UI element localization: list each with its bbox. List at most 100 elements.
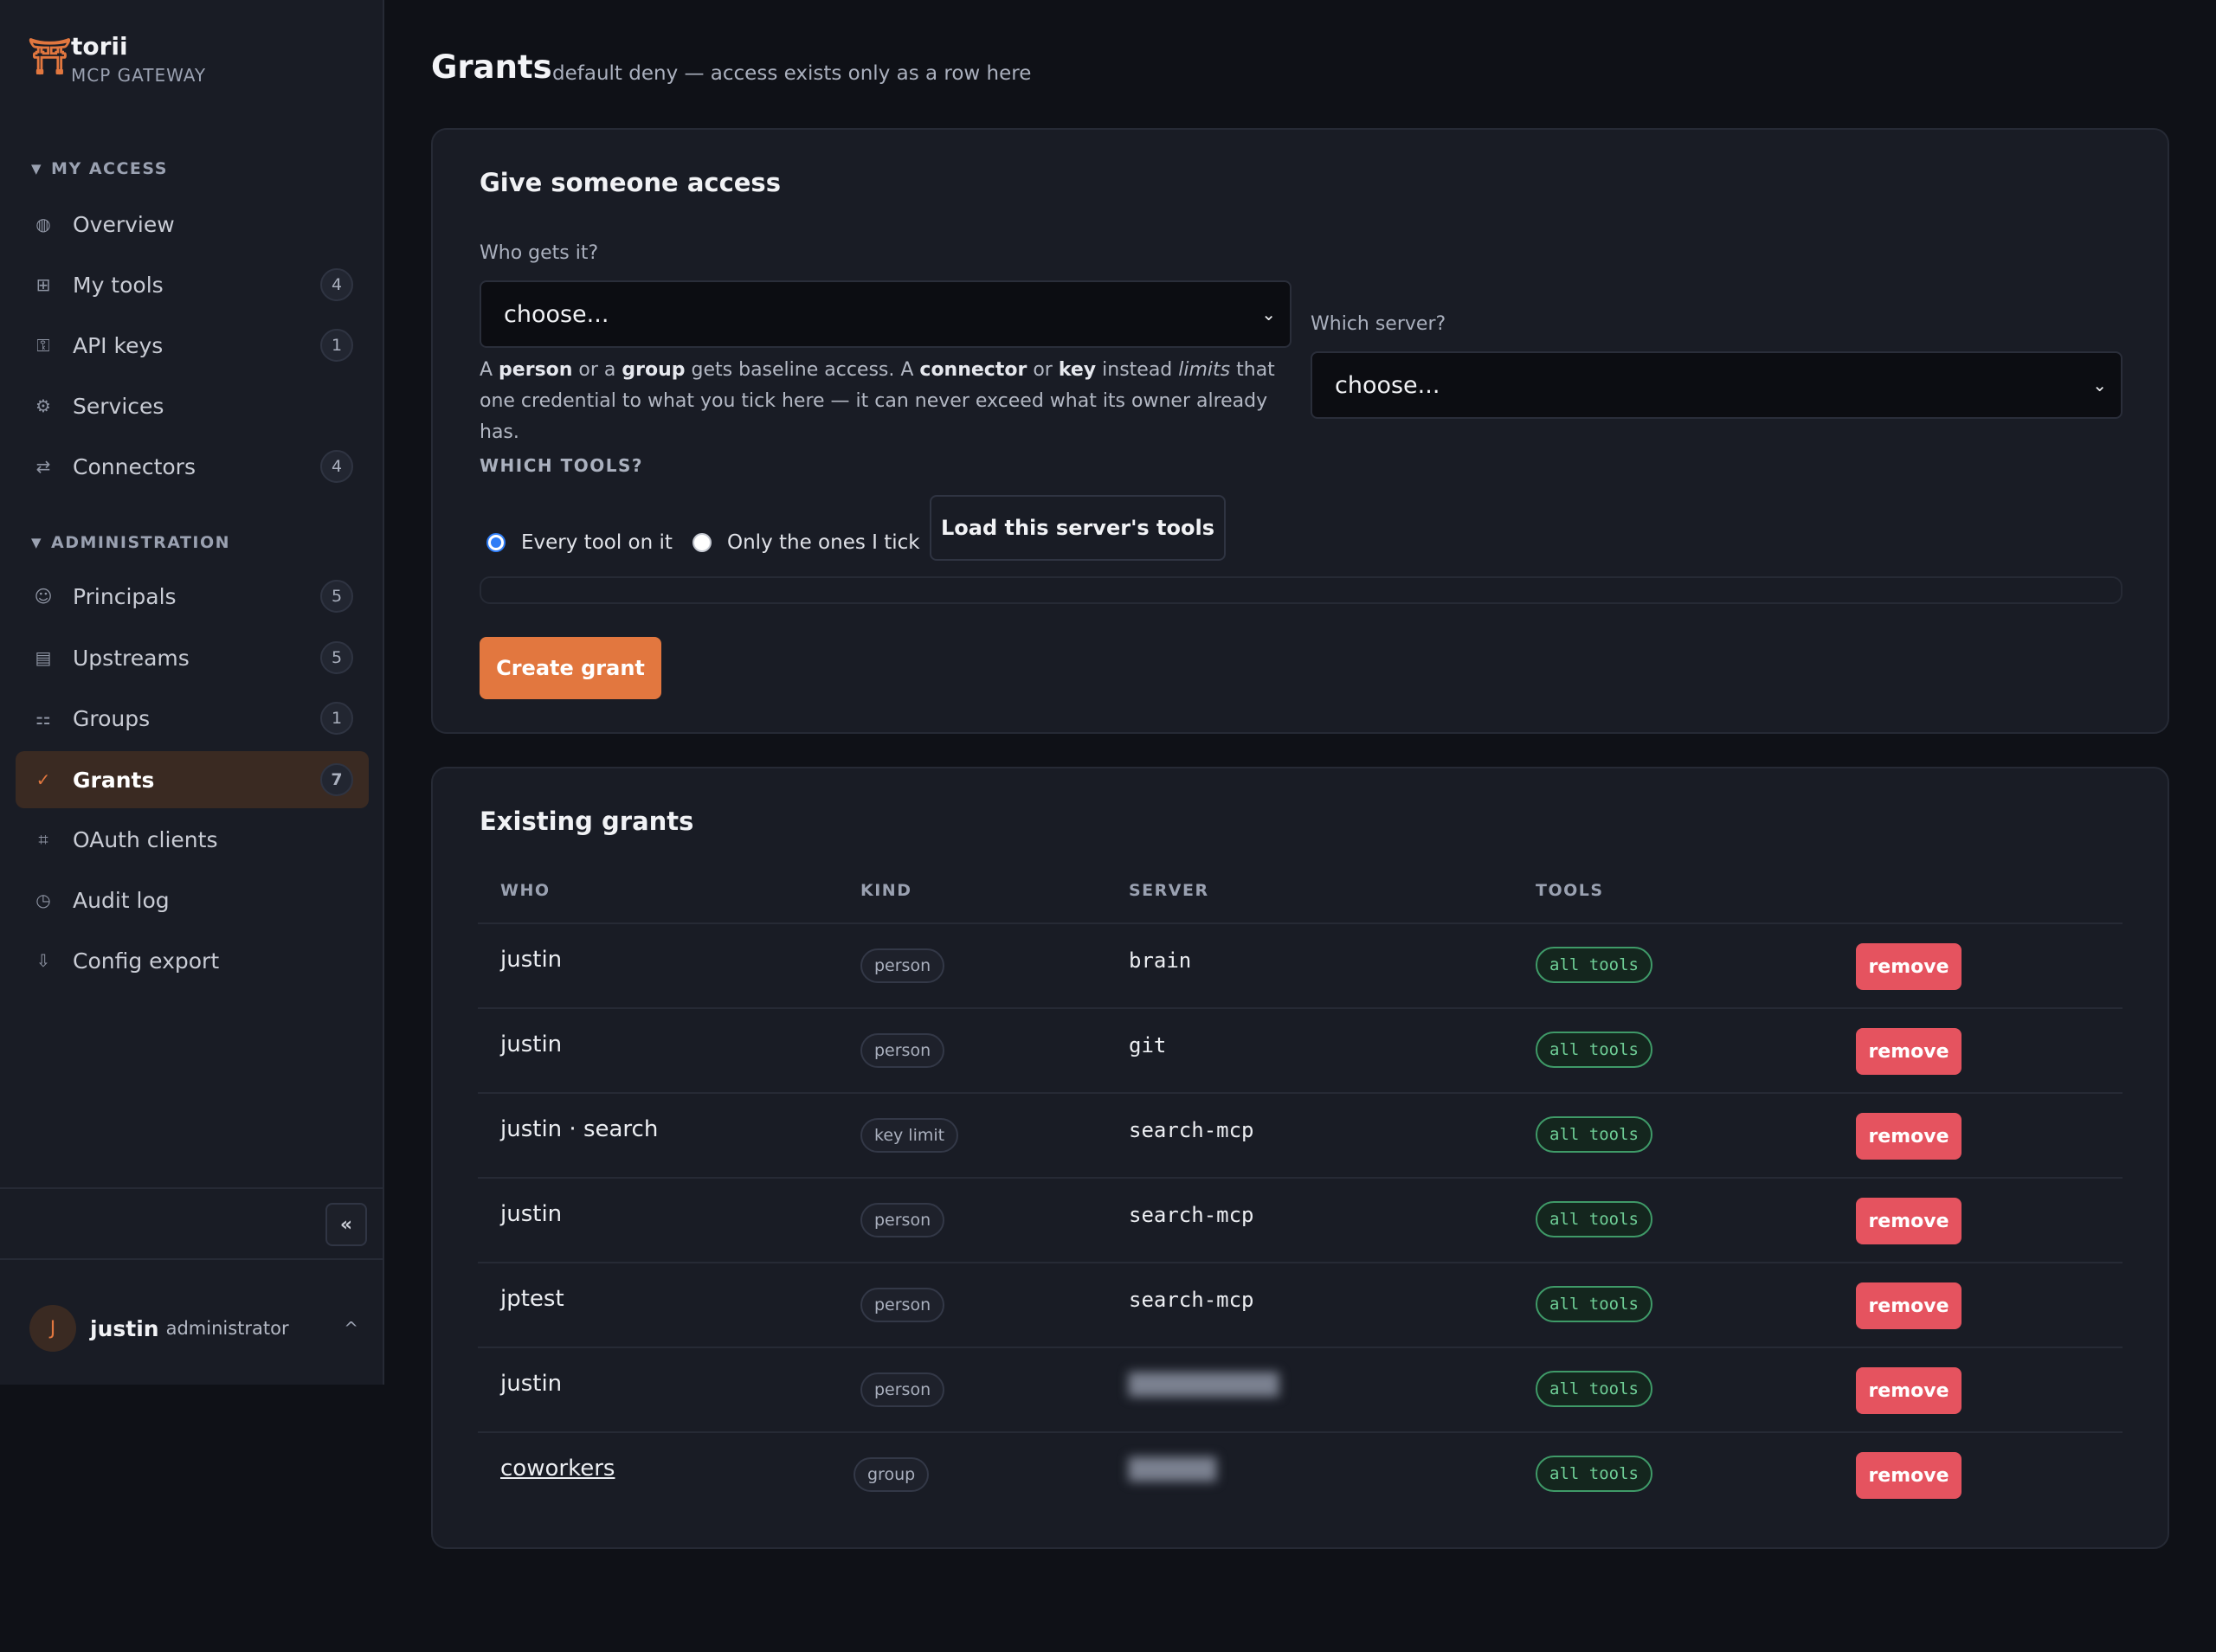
- radio-label: Only the ones I tick: [727, 531, 920, 554]
- sidebar: ⛩ torii MCP GATEWAY ▼ MY ACCESS ◍ Overvi…: [0, 0, 384, 1385]
- sidebar-item-oauth-clients[interactable]: ⌗ OAuth clients: [16, 811, 369, 868]
- collapse-sidebar-button[interactable]: «: [325, 1203, 367, 1246]
- table-row: justin person git all tools remove: [478, 1007, 2123, 1092]
- grant-server: search-mcp: [1129, 1118, 1254, 1142]
- sidebar-item-label: OAuth clients: [73, 826, 218, 852]
- grant-who: justin: [500, 947, 563, 973]
- tools-list: [480, 576, 2123, 604]
- sidebar-item-services[interactable]: ⚙ Services: [16, 377, 369, 434]
- table-row: justin person ████████████ all tools rem…: [478, 1347, 2123, 1431]
- grant-server-redacted: ████████████: [1129, 1372, 1279, 1397]
- kind-badge: group: [854, 1457, 930, 1492]
- sidebar-item-principals[interactable]: ☺ Principals 5: [16, 568, 369, 625]
- count-badge: 4: [320, 450, 353, 483]
- sidebar-item-overview[interactable]: ◍ Overview: [16, 196, 369, 253]
- grant-server: git: [1129, 1033, 1167, 1057]
- sidebar-item-audit-log[interactable]: ◷ Audit log: [16, 871, 369, 929]
- remove-button[interactable]: remove: [1856, 1198, 1962, 1244]
- sidebar-item-config-export[interactable]: ⇩ Config export: [16, 932, 369, 989]
- sidebar-item-upstreams[interactable]: ▤ Upstreams 5: [16, 629, 369, 686]
- tools-badge: all tools: [1536, 1201, 1652, 1237]
- chevron-up-icon: ^: [344, 1318, 358, 1339]
- section-title: ADMINISTRATION: [51, 533, 231, 552]
- globe-icon: ◍: [35, 214, 51, 235]
- page-subtitle: default deny — access exists only as a r…: [552, 62, 1032, 85]
- give-access-card: Give someone access Who gets it? choose.…: [431, 128, 2169, 734]
- who-label: Who gets it?: [480, 242, 599, 264]
- grant-who: justin: [500, 1371, 563, 1397]
- column-header-tools: TOOLS: [1536, 881, 1604, 900]
- remove-button[interactable]: remove: [1856, 1113, 1962, 1160]
- tools-badge: all tools: [1536, 1032, 1652, 1068]
- tools-badge: all tools: [1536, 1456, 1652, 1492]
- count-badge: 1: [320, 702, 353, 735]
- who-select[interactable]: choose... ⌄: [480, 280, 1292, 348]
- count-badge: 5: [320, 580, 353, 613]
- radio-only-ticked[interactable]: Only the ones I tick: [692, 531, 920, 554]
- download-icon: ⇩: [35, 950, 51, 971]
- kind-badge: person: [860, 948, 945, 983]
- grant-who: justin: [500, 1201, 563, 1227]
- sidebar-item-label: Config export: [73, 948, 220, 974]
- grant-who-link[interactable]: coworkers: [500, 1456, 615, 1482]
- server-select[interactable]: choose... ⌄: [1311, 351, 2123, 419]
- which-tools-label: WHICH TOOLS?: [480, 455, 644, 476]
- remove-button[interactable]: remove: [1856, 1367, 1962, 1414]
- user-role: administrator: [165, 1318, 289, 1339]
- load-tools-button[interactable]: Load this server's tools: [930, 495, 1226, 561]
- chevron-down-icon: ⌄: [2092, 375, 2107, 395]
- sidebar-item-label: Principals: [73, 583, 177, 609]
- user-menu[interactable]: J justin administrator ^: [29, 1305, 358, 1352]
- section-title: MY ACCESS: [51, 159, 168, 178]
- section-my-access[interactable]: ▼ MY ACCESS: [31, 159, 168, 178]
- kind-badge: key limit: [860, 1118, 959, 1153]
- table-row: justin person search-mcp all tools remov…: [478, 1177, 2123, 1262]
- sidebar-item-label: Services: [73, 393, 164, 419]
- check-icon: ✓: [35, 769, 51, 790]
- radio-every-tool[interactable]: Every tool on it: [486, 531, 673, 554]
- server-label: Which server?: [1311, 313, 1446, 335]
- sidebar-item-groups[interactable]: ⚏ Groups 1: [16, 690, 369, 747]
- brand-name: torii: [71, 32, 128, 61]
- sidebar-item-api-keys[interactable]: ⚿ API keys 1: [16, 317, 369, 374]
- sidebar-item-my-tools[interactable]: ⊞ My tools 4: [16, 256, 369, 313]
- caret-down-icon: ▼: [31, 535, 43, 550]
- remove-button[interactable]: remove: [1856, 1028, 1962, 1075]
- sidebar-item-grants[interactable]: ✓ Grants 7: [16, 751, 369, 808]
- tools-badge: all tools: [1536, 1286, 1652, 1322]
- sidebar-item-label: Connectors: [73, 453, 196, 479]
- section-administration[interactable]: ▼ ADMINISTRATION: [31, 533, 230, 552]
- server-icon: ▤: [35, 647, 52, 668]
- table-row: coworkers group ███████ all tools remove: [478, 1431, 2123, 1516]
- sidebar-item-label: Grants: [73, 767, 155, 793]
- grant-who: jptest: [500, 1286, 564, 1312]
- sidebar-item-connectors[interactable]: ⇄ Connectors 4: [16, 438, 369, 495]
- divider: [0, 1187, 384, 1189]
- table-row: justin · search key limit search-mcp all…: [478, 1092, 2123, 1177]
- table-row: jptest person search-mcp all tools remov…: [478, 1262, 2123, 1347]
- kind-badge: person: [860, 1033, 945, 1068]
- kind-badge: person: [860, 1372, 945, 1407]
- sidebar-item-label: Groups: [73, 705, 151, 731]
- hash-icon: ⌗: [38, 829, 48, 850]
- radio-unchecked-icon: [692, 533, 712, 552]
- brand-subtitle: MCP GATEWAY: [71, 65, 207, 86]
- radio-label: Every tool on it: [521, 531, 673, 554]
- page-title: Grants: [431, 48, 552, 86]
- sidebar-item-label: My tools: [73, 272, 164, 298]
- sidebar-item-label: API keys: [73, 332, 164, 358]
- count-badge: 4: [320, 268, 353, 301]
- brand[interactable]: ⛩ torii MCP GATEWAY: [28, 31, 206, 88]
- sidebar-item-label: Overview: [73, 211, 175, 237]
- count-badge: 7: [320, 763, 353, 796]
- remove-button[interactable]: remove: [1856, 1452, 1962, 1499]
- grant-server: brain: [1129, 948, 1192, 973]
- user-name: justin: [90, 1315, 159, 1341]
- create-grant-button[interactable]: Create grant: [480, 637, 661, 699]
- column-header-who: WHO: [500, 881, 551, 900]
- grant-server: search-mcp: [1129, 1288, 1254, 1312]
- gear-icon: ⚙: [35, 395, 51, 416]
- remove-button[interactable]: remove: [1856, 1282, 1962, 1329]
- remove-button[interactable]: remove: [1856, 943, 1962, 990]
- help-text: A person or a group gets baseline access…: [480, 359, 1275, 443]
